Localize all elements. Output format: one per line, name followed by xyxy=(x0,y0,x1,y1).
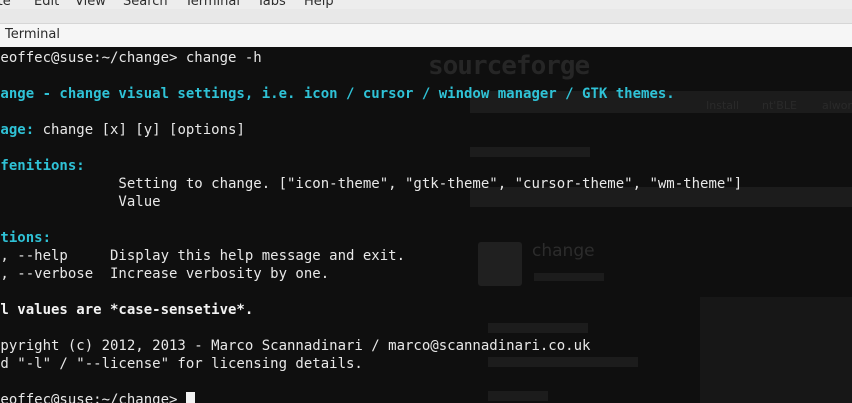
menu-search[interactable]: Search xyxy=(123,0,168,9)
ghost-project-icon xyxy=(478,242,522,286)
ghost-nav-item: nt'BLE xyxy=(762,99,797,112)
ghost-line xyxy=(488,323,588,333)
ghost-sidebar-box xyxy=(700,297,852,403)
option-verbose: v, --verbose Increase verbosity by one. xyxy=(0,266,330,282)
tab-terminal[interactable]: Terminal xyxy=(0,23,852,47)
menu-bar: ite Edit View Search Terminal Tabs Help xyxy=(0,0,852,9)
menu-view[interactable]: View xyxy=(75,0,106,9)
usage-text: change [x] [y] [options] xyxy=(34,122,245,138)
ghost-project-title: change xyxy=(532,241,595,261)
copyright-line: opyright (c) 2012, 2013 - Marco Scannadi… xyxy=(0,338,591,354)
command-text: change -h xyxy=(185,50,262,66)
menu-edit[interactable]: Edit xyxy=(34,0,59,9)
ghost-line xyxy=(488,391,548,401)
help-heading: hange - change visual settings, i.e. ico… xyxy=(0,86,675,102)
menu-terminal[interactable]: Terminal xyxy=(185,0,240,9)
definition-y: Value xyxy=(0,194,161,210)
ghost-line xyxy=(488,357,638,367)
terminal-view[interactable]: sourceforge Install nt'BLE alwor change … xyxy=(0,47,852,403)
menu-file[interactable]: ite xyxy=(0,0,11,9)
tab-label: Terminal xyxy=(5,27,60,42)
text-cursor xyxy=(185,392,195,403)
definition-x: Setting to change. ["icon-theme", "gtk-t… xyxy=(0,176,743,192)
definitions-label: efenitions: xyxy=(0,158,85,174)
tab-bar: Terminal xyxy=(0,9,852,47)
ghost-nav-item: alwor xyxy=(822,99,852,112)
shell-prompt: neoffec@suse:~/change> xyxy=(0,50,186,66)
menu-help[interactable]: Help xyxy=(304,0,334,9)
terminal-line: neoffec@suse:~/change> change -h xyxy=(0,49,262,67)
terminal-line: sage: change [x] [y] [options] xyxy=(0,121,245,139)
ghost-nav-item: Install xyxy=(706,99,740,112)
case-note: ll values are *case-sensetive*. xyxy=(0,302,254,318)
usage-label: sage: xyxy=(0,122,35,138)
license-hint: dd "-l" / "--license" for licensing deta… xyxy=(0,356,363,372)
ghost-subtitle xyxy=(534,273,604,281)
shell-prompt: neoffec@suse:~/change> xyxy=(0,392,186,403)
terminal-line: neoffec@suse:~/change> xyxy=(0,391,195,403)
ghost-breadcrumb xyxy=(470,147,590,157)
options-label: ptions: xyxy=(0,230,52,246)
menu-tabs[interactable]: Tabs xyxy=(257,0,286,9)
option-help: h, --help Display this help message and … xyxy=(0,248,406,264)
sourceforge-logo: sourceforge xyxy=(428,51,590,81)
